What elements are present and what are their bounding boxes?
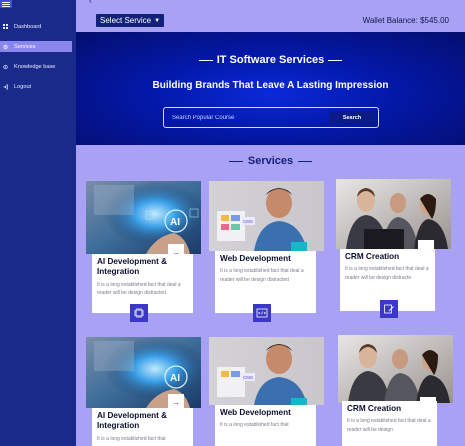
search-button[interactable]: Search [329,111,375,124]
card-title: Web Development [220,254,291,263]
hero-title-row: IT Software Services [76,54,465,66]
sidebar-item-label: Logout [14,83,32,90]
book-icon [3,64,8,69]
sidebar-item-label: Knowledge base [14,63,56,70]
svg-text:AI: AI [170,217,180,228]
divider [228,160,243,162]
sidebar-item-services[interactable]: Services [0,41,72,52]
sidebar-item-label: Dashboard [14,23,42,30]
sidebar-item-logout[interactable]: Logout [0,81,72,92]
web-developer-image: CMS [209,337,324,405]
divider [328,59,343,61]
card-description: It is a long established fact that deal … [97,281,181,297]
sidebar-item-label: Services [14,43,36,50]
card-title: Web Development [220,408,291,417]
card-body: CRM Creation It is a long established fa… [342,401,437,446]
hero-subtitle: Building Brands That Leave A Lasting Imp… [152,80,389,91]
edit-icon [380,300,398,318]
crm-team-image [336,179,451,249]
card-title: CRM Creation [345,252,400,261]
search-box: Search [163,107,379,128]
sidebar-item-dashboard[interactable]: Dashboard [0,21,72,32]
card-title: CRM Creation [347,404,402,413]
hero-banner: IT Software Services Building Brands Tha… [76,32,465,145]
gear-icon [3,44,8,49]
divider [198,59,213,61]
services-heading: Services [76,155,465,167]
select-service-label: Select Service [100,16,152,25]
card-body: AI Development & Integration It is a lon… [92,408,193,446]
card-title: AI Development & Integration [97,411,168,431]
card-body: Web Development It is a long established… [215,405,316,446]
sidebar: Dashboard Services Knowledge base Logout [0,0,76,446]
crm-team-image [338,335,453,403]
card-description: It is a long established fact that deal … [347,418,431,433]
sidebar-item-knowledge-base[interactable]: Knowledge base [0,61,72,72]
menu-icon[interactable] [0,0,12,8]
divider [298,160,313,162]
card-description: It is a long established fact that [220,422,289,429]
card-description: It is a long established fact that deal … [345,266,429,281]
svg-text:AI: AI [170,373,180,384]
logout-icon [3,84,8,89]
search-input[interactable] [172,113,322,123]
svg-text:CMS: CMS [243,219,253,224]
hero-title: IT Software Services [216,54,325,66]
section-title: Services [247,155,294,167]
select-service-dropdown[interactable]: Select Service ▼ [96,14,165,27]
topbar: ‹ Select Service ▼ Wallet Balance: $545.… [76,0,465,32]
grid-icon [3,24,8,29]
code-icon [253,304,271,322]
chevron-down-icon: ▼ [154,17,161,24]
card-title: AI Development & Integration [97,257,168,277]
wallet-balance: Wallet Balance: $545.00 [362,16,449,25]
web-developer-image: CMS [209,181,324,251]
chip-icon [130,304,148,322]
card-description: It is a long established fact that [97,435,166,442]
card-description: It is a long established fact that deal … [220,268,304,283]
svg-text:CMS: CMS [243,375,253,380]
chevron-left-icon[interactable]: ‹ [89,0,92,5]
